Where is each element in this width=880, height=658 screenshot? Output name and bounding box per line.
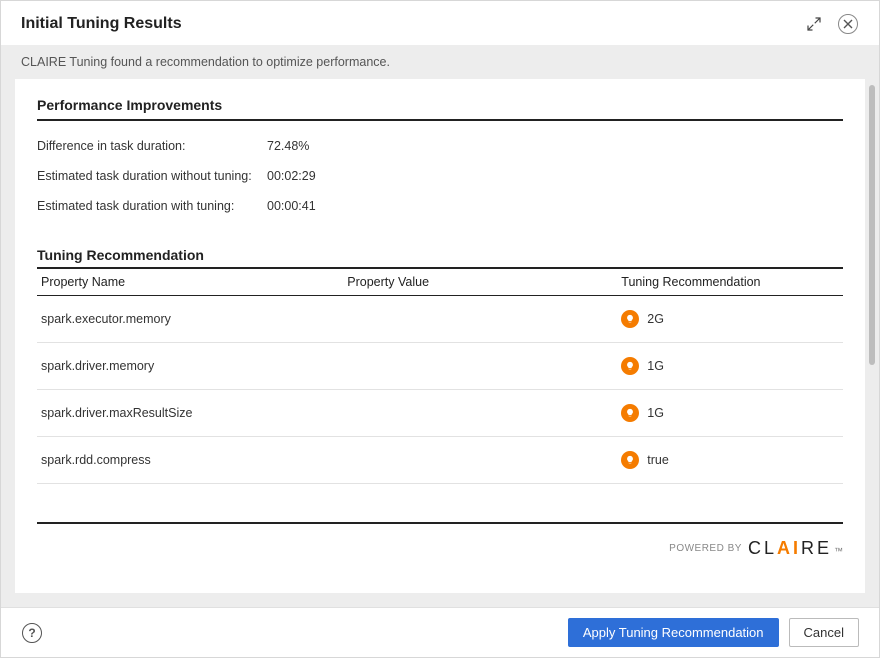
col-header-name: Property Name (37, 268, 343, 296)
perf-row: Estimated task duration with tuning: 00:… (37, 199, 843, 213)
table-row: spark.executor.memory 2G (37, 296, 843, 343)
perf-row: Estimated task duration without tuning: … (37, 169, 843, 183)
prop-name: spark.rdd.compress (37, 437, 343, 484)
help-icon[interactable]: ? (21, 622, 43, 644)
lightbulb-icon (621, 310, 639, 328)
prop-rec: 1G (617, 390, 843, 437)
powered-by-row: POWERED BY CLAIRE™ (37, 534, 843, 559)
prop-name: spark.driver.maxResultSize (37, 390, 343, 437)
section-divider (37, 522, 843, 524)
prop-rec: 1G (617, 343, 843, 390)
table-row: spark.rdd.compress true (37, 437, 843, 484)
perf-label: Estimated task duration with tuning: (37, 199, 257, 213)
prop-value (343, 437, 617, 484)
lightbulb-icon (621, 357, 639, 375)
col-header-value: Property Value (343, 268, 617, 296)
prop-name: spark.driver.memory (37, 343, 343, 390)
rec-value: 1G (647, 406, 664, 420)
rec-value: 2G (647, 312, 664, 326)
dialog-title: Initial Tuning Results (21, 15, 182, 33)
perf-value: 00:02:29 (267, 169, 316, 183)
prop-value (343, 343, 617, 390)
powered-by-label: POWERED BY (669, 543, 742, 554)
prop-name: spark.executor.memory (37, 296, 343, 343)
table-row: spark.driver.maxResultSize 1G (37, 390, 843, 437)
content-panel: Performance Improvements Difference in t… (15, 79, 865, 593)
lightbulb-icon (621, 404, 639, 422)
header-icon-group (803, 13, 859, 35)
prop-value (343, 296, 617, 343)
expand-icon[interactable] (803, 13, 825, 35)
scrollbar[interactable] (869, 85, 875, 365)
footer-actions: Apply Tuning Recommendation Cancel (568, 618, 859, 647)
prop-rec: 2G (617, 296, 843, 343)
tuning-table: Property Name Property Value Tuning Reco… (37, 267, 843, 484)
lightbulb-icon (621, 451, 639, 469)
perf-value: 00:00:41 (267, 199, 316, 213)
performance-section-title: Performance Improvements (37, 97, 843, 121)
dialog-footer: ? Apply Tuning Recommendation Cancel (1, 607, 879, 657)
claire-logo: CLAIRE™ (748, 538, 843, 559)
tuning-section-title: Tuning Recommendation (37, 247, 843, 263)
perf-value: 72.48% (267, 139, 309, 153)
content-scroll-area: Performance Improvements Difference in t… (1, 79, 879, 607)
close-icon[interactable] (837, 13, 859, 35)
cancel-button[interactable]: Cancel (789, 618, 859, 647)
dialog-header: Initial Tuning Results (1, 1, 879, 45)
prop-value (343, 390, 617, 437)
dialog-subheader: CLAIRE Tuning found a recommendation to … (1, 45, 879, 79)
apply-button[interactable]: Apply Tuning Recommendation (568, 618, 779, 647)
perf-label: Estimated task duration without tuning: (37, 169, 257, 183)
rec-value: true (647, 453, 669, 467)
rec-value: 1G (647, 359, 664, 373)
perf-row: Difference in task duration: 72.48% (37, 139, 843, 153)
table-row: spark.driver.memory 1G (37, 343, 843, 390)
col-header-rec: Tuning Recommendation (617, 268, 843, 296)
prop-rec: true (617, 437, 843, 484)
perf-label: Difference in task duration: (37, 139, 257, 153)
